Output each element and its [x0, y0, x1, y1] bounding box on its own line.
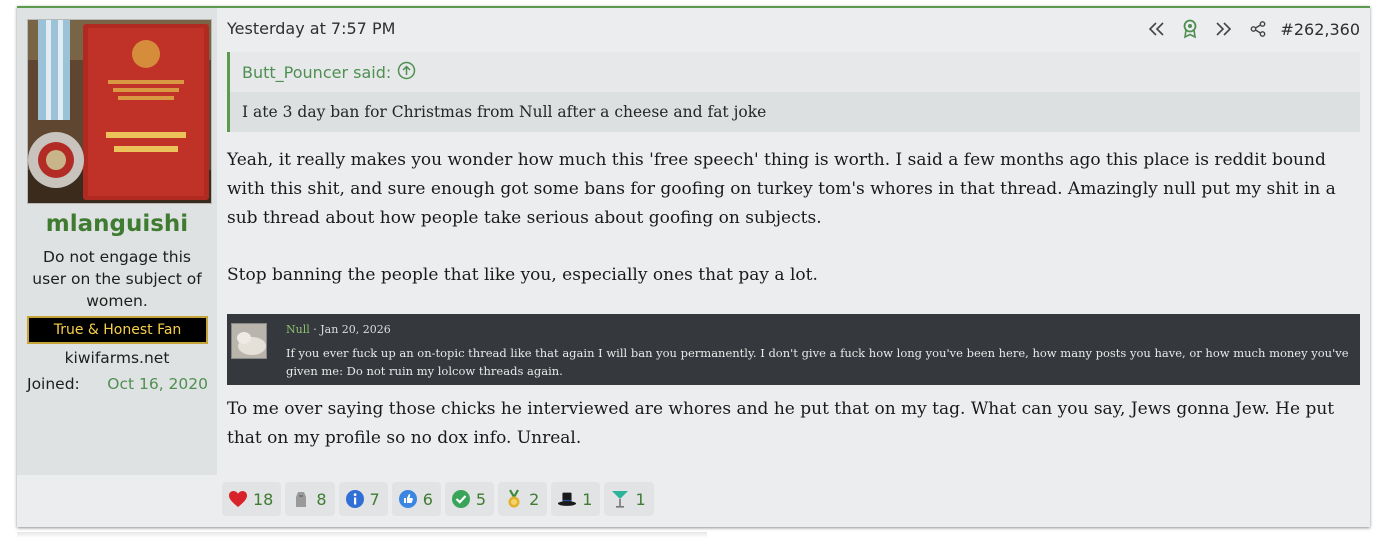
- joined-label: Joined:: [27, 375, 80, 393]
- username[interactable]: mlanguishi: [17, 211, 217, 237]
- next-post-icon[interactable]: [1214, 19, 1234, 39]
- share-icon[interactable]: [1248, 19, 1268, 39]
- user-website: kiwifarms.net: [64, 349, 170, 367]
- reaction-medal[interactable]: 2: [498, 482, 548, 516]
- first-unread-icon[interactable]: [1146, 19, 1166, 39]
- reaction-count: 6: [422, 489, 433, 509]
- heart-icon: [228, 489, 248, 509]
- embed-avatar: [231, 323, 267, 359]
- message-paragraph: To me over saying those chicks he interv…: [227, 399, 1335, 448]
- quote-block: Butt_Pouncer said: I ate 3 day ban for C…: [227, 52, 1360, 132]
- joined-date: Oct 16, 2020: [107, 375, 208, 393]
- info-icon: [345, 489, 365, 509]
- avatar[interactable]: [27, 19, 212, 204]
- reaction-heart[interactable]: 18: [222, 482, 282, 516]
- top-hat-icon: [557, 489, 577, 509]
- reaction-checkmark[interactable]: 5: [444, 482, 495, 516]
- embed-text: If you ever fuck up an on-topic thread l…: [286, 346, 1349, 378]
- cocktail-icon: [610, 489, 630, 509]
- reaction-count: 1: [635, 489, 646, 509]
- embed-author: Null: [286, 323, 310, 336]
- quote-text: I ate 3 day ban for Christmas from Null …: [230, 92, 1360, 132]
- stone-icon: [291, 489, 311, 509]
- message-paragraph: Yeah, it really makes you wonder how muc…: [227, 150, 1336, 228]
- embed-author-line: Null · Jan 20, 2026: [286, 323, 391, 336]
- medal-icon: [504, 489, 524, 509]
- user-sidebar: mlanguishi Do not engage this user on th…: [17, 8, 217, 475]
- reaction-count: 18: [253, 489, 274, 509]
- reaction-info[interactable]: 7: [338, 482, 388, 516]
- reaction-count: 7: [369, 489, 380, 509]
- post-container: mlanguishi Do not engage this user on th…: [17, 6, 1370, 527]
- reaction-count: 2: [529, 489, 540, 509]
- avatar-image: [28, 20, 211, 203]
- arrow-up-circle-icon[interactable]: [397, 61, 416, 84]
- thumbs-up-icon: [398, 489, 418, 509]
- message-paragraph: Stop banning the people that like you, e…: [227, 265, 818, 285]
- reaction-count: 5: [475, 489, 487, 509]
- reaction-count: 8: [316, 489, 327, 509]
- post-actions: #262,360: [1146, 17, 1360, 41]
- reaction-count: 1: [582, 489, 593, 509]
- embedded-post-image: Null · Jan 20, 2026 If you ever fuck up …: [227, 314, 1360, 385]
- user-banner: True & Honest Fan: [27, 316, 208, 344]
- post-main: Yesterday at 7:57 PM #262,360 Butt_Pounc…: [217, 8, 1370, 529]
- quote-header: Butt_Pouncer said:: [230, 52, 1360, 92]
- post-timestamp[interactable]: Yesterday at 7:57 PM: [227, 19, 395, 38]
- reaction-thumbs-up[interactable]: 6: [391, 482, 441, 516]
- user-title: Do not engage this user on the subject o…: [32, 248, 202, 310]
- page-shadow: [17, 532, 707, 538]
- embed-date: · Jan 20, 2026: [309, 323, 391, 336]
- award-icon[interactable]: [1180, 19, 1200, 39]
- reactions-bar: 18 8 7 6 5 2 1 1: [222, 482, 654, 516]
- post-number[interactable]: #262,360: [1280, 20, 1360, 39]
- reaction-top-hat[interactable]: 1: [551, 482, 601, 516]
- checkmark-icon: [451, 489, 471, 509]
- joined-row: Joined: Oct 16, 2020: [27, 375, 208, 393]
- quote-author[interactable]: Butt_Pouncer said:: [242, 63, 391, 82]
- reaction-cocktail[interactable]: 1: [604, 482, 654, 516]
- reaction-stone[interactable]: 8: [285, 482, 335, 516]
